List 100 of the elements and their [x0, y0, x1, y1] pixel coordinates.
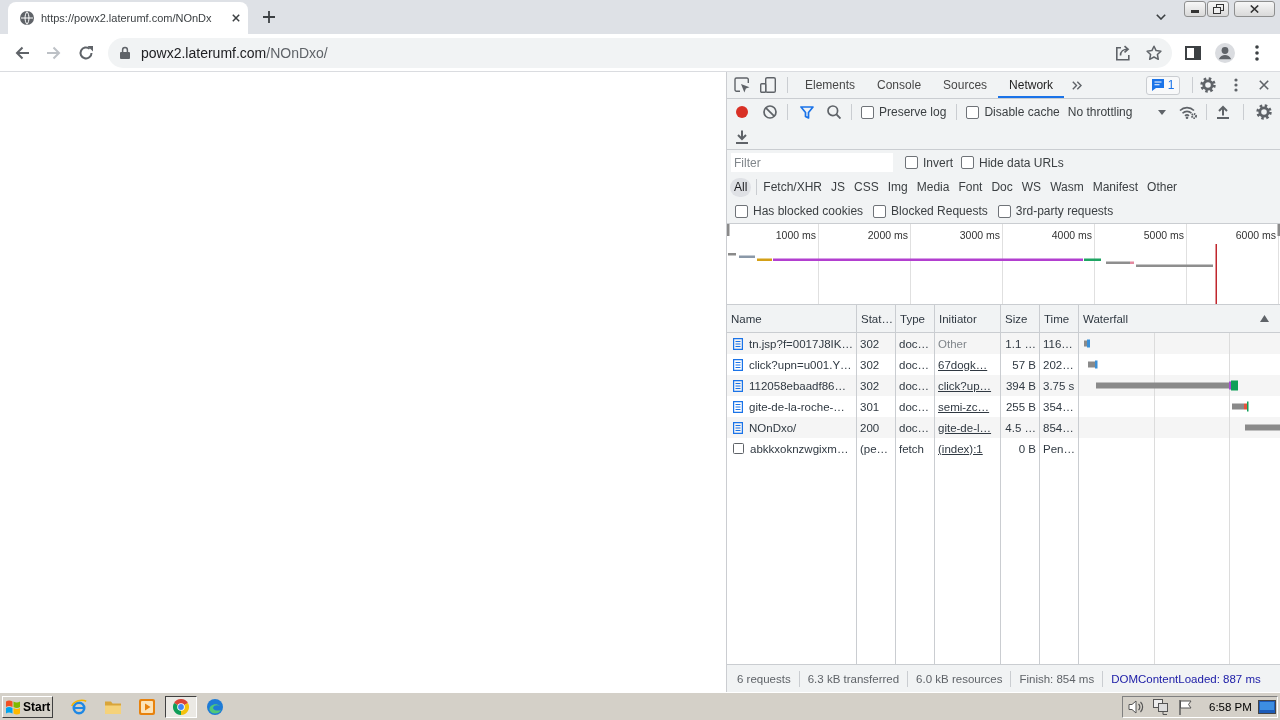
- arrow-left-icon[interactable]: [14, 44, 30, 61]
- column-header[interactable]: Initiator: [935, 305, 1001, 332]
- checkbox-label[interactable]: Invert: [923, 155, 953, 170]
- close-icon[interactable]: [1259, 80, 1269, 90]
- table-cell: 394 B: [1001, 375, 1040, 396]
- checkbox-label[interactable]: Hide data URLs: [979, 155, 1064, 170]
- upload-icon[interactable]: [1216, 105, 1229, 119]
- column-header[interactable]: Waterfall: [1079, 305, 1280, 332]
- address-bar[interactable]: powx2.laterumf.com/NOnDxo/: [108, 37, 1172, 68]
- checkbox[interactable]: [905, 156, 918, 169]
- request-row[interactable]: NOnDxo/ 200 doc… gite-de-l… 4.5 … 854…: [727, 417, 1280, 438]
- window-handle[interactable]: [727, 224, 730, 236]
- circular-arrow-icon[interactable]: [78, 44, 94, 61]
- start-button[interactable]: Start: [2, 695, 53, 718]
- type-filter-button[interactable]: Wasm: [1046, 177, 1088, 197]
- initiator-link[interactable]: gite-de-l…: [938, 421, 992, 434]
- status-text: 6.0 kB resources: [916, 672, 1003, 685]
- star-icon[interactable]: [1146, 44, 1162, 61]
- filter-icon[interactable]: [800, 105, 814, 119]
- menu-icon[interactable]: [1255, 44, 1259, 61]
- type-filter-button[interactable]: Other: [1143, 177, 1182, 197]
- column-header[interactable]: Type: [896, 305, 935, 332]
- issues-button[interactable]: 1: [1146, 75, 1180, 95]
- plus-icon[interactable]: [263, 11, 275, 23]
- throttling-dropdown[interactable]: No throttling: [1067, 105, 1166, 119]
- record-icon[interactable]: [736, 106, 748, 118]
- checkbox-label[interactable]: 3rd-party requests: [1015, 204, 1114, 218]
- screen-icon[interactable]: [1258, 699, 1276, 714]
- column-header[interactable]: Stat…: [857, 305, 896, 332]
- type-filter-button[interactable]: Fetch/XHR: [759, 177, 827, 197]
- type-filter-button[interactable]: WS: [1017, 177, 1046, 197]
- double-chevron-icon[interactable]: [1072, 80, 1083, 90]
- filter-field[interactable]: Filter: [731, 153, 893, 172]
- type-filter-button[interactable]: CSS: [850, 177, 883, 197]
- column-header[interactable]: Name: [727, 305, 857, 332]
- checkbox[interactable]: [966, 105, 980, 119]
- panel-tab[interactable]: Console: [866, 72, 933, 98]
- type-filter-button[interactable]: All: [730, 177, 752, 197]
- panel-tab[interactable]: Elements: [794, 72, 867, 98]
- minimize-button[interactable]: [1184, 1, 1206, 17]
- type-filter-button[interactable]: Img: [883, 177, 912, 197]
- column-header[interactable]: Size: [1001, 305, 1040, 332]
- type-filter-button[interactable]: Manifest: [1088, 177, 1143, 197]
- load-marker-line: [1215, 244, 1217, 304]
- close-button[interactable]: [1234, 1, 1275, 17]
- browser-tab[interactable]: https://powx2.laterumf.com/NOnDx: [8, 2, 248, 34]
- sidebar-icon[interactable]: [1185, 45, 1201, 60]
- document-icon: [733, 421, 743, 434]
- e-logo-icon: [71, 698, 87, 715]
- type-filter-button[interactable]: Doc: [987, 177, 1017, 197]
- initiator-link[interactable]: click?up…: [938, 379, 992, 392]
- request-row[interactable]: tn.jsp?f=0017J8IK… 302 doc… Other 1.1 … 116…: [727, 333, 1280, 354]
- column-header[interactable]: Time: [1040, 305, 1079, 332]
- blank-square-icon: [733, 443, 744, 454]
- speaker-icon[interactable]: [1128, 698, 1144, 715]
- checkbox[interactable]: [961, 156, 974, 169]
- cursor-box-icon[interactable]: [734, 77, 750, 93]
- close-icon[interactable]: [232, 14, 240, 22]
- checkbox[interactable]: [997, 204, 1011, 218]
- flag-icon[interactable]: [1177, 698, 1193, 715]
- type-filter-button[interactable]: Media: [912, 177, 954, 197]
- initiator-link[interactable]: (index):1: [938, 442, 983, 455]
- checkbox-label[interactable]: Blocked Requests: [891, 204, 988, 218]
- menu-icon[interactable]: [1234, 78, 1238, 92]
- wifi-gear-icon[interactable]: [1178, 105, 1197, 119]
- checkbox[interactable]: [873, 204, 887, 218]
- initiator-link[interactable]: semi-zc…: [938, 400, 990, 413]
- device-icon[interactable]: [760, 77, 776, 93]
- close-icon: [1250, 5, 1259, 13]
- checkbox[interactable]: [735, 204, 748, 218]
- clock[interactable]: 6:58 PM: [1209, 700, 1252, 713]
- type-filter-button[interactable]: JS: [827, 177, 850, 197]
- checkbox-label[interactable]: Preserve log: [879, 105, 947, 119]
- settings-icon[interactable]: [1200, 77, 1216, 93]
- chevron-down-icon[interactable]: [1156, 14, 1166, 20]
- checkbox-label[interactable]: Has blocked cookies: [753, 204, 864, 218]
- computers-icon[interactable]: [1152, 698, 1168, 715]
- avatar-icon[interactable]: [1215, 42, 1235, 63]
- type-filter-button[interactable]: Font: [954, 177, 987, 197]
- table-cell: 302: [857, 333, 896, 354]
- request-row[interactable]: abkkxoknzwgixm… (pe… fetch (index):1 0 B Pen…: [727, 438, 1280, 459]
- search-icon[interactable]: [827, 105, 841, 119]
- share-icon[interactable]: [1114, 44, 1130, 61]
- triangle-up-icon[interactable]: [1260, 315, 1269, 322]
- checkbox-label[interactable]: Disable cache: [984, 105, 1060, 119]
- request-row[interactable]: 112058ebaadf86… 302 doc… click?up… 394 B 3.75 s: [727, 375, 1280, 396]
- window-handle[interactable]: [1277, 224, 1280, 236]
- panel-tab[interactable]: Sources: [932, 72, 999, 98]
- panel-tab[interactable]: Network: [998, 72, 1065, 98]
- circle-slash-icon[interactable]: [763, 105, 777, 119]
- settings-icon[interactable]: [1255, 104, 1272, 120]
- taskbar-button[interactable]: [165, 695, 197, 718]
- table-cell: doc…: [896, 333, 935, 354]
- tick-label: 3000 ms: [959, 229, 1000, 241]
- lock-icon[interactable]: [120, 46, 130, 59]
- restore-button[interactable]: [1207, 1, 1229, 17]
- download-icon[interactable]: [736, 130, 748, 144]
- checkbox[interactable]: [861, 105, 874, 119]
- status-text: DOMContentLoaded: 887 ms: [1111, 672, 1261, 685]
- initiator-link[interactable]: 67dogk…: [938, 358, 988, 371]
